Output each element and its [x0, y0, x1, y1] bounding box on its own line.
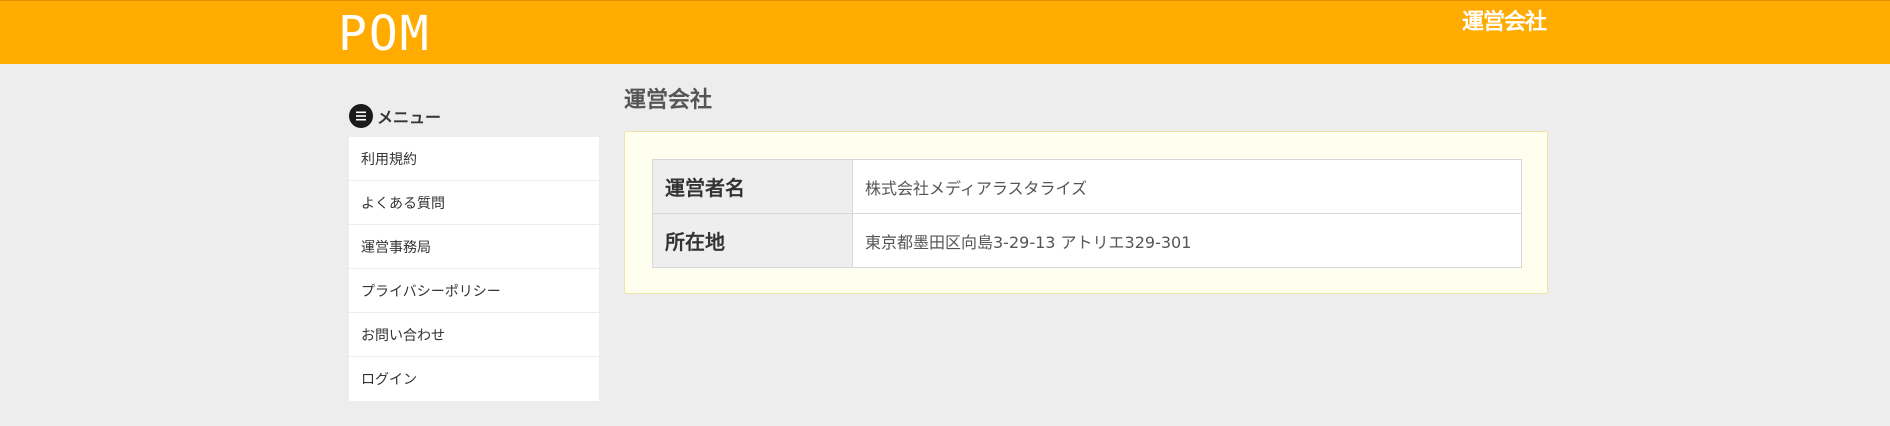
sidebar-item-login[interactable]: ログイン [349, 357, 599, 401]
site-header: POM 運営会社 [0, 0, 1890, 64]
company-info-panel: 運営者名 株式会社メディアラスタライズ 所在地 東京都墨田区向島3-29-13 … [624, 131, 1548, 294]
table-row: 所在地 東京都墨田区向島3-29-13 アトリエ329-301 [652, 213, 1522, 268]
operator-name-label: 運営者名 [652, 159, 853, 214]
menu-heading: メニュー [349, 101, 599, 131]
menu-heading-label: メニュー [377, 108, 442, 127]
menu-icon [349, 104, 373, 128]
site-logo[interactable]: POM [338, 8, 431, 60]
company-info-link[interactable]: 運営会社 [1462, 10, 1547, 36]
sidebar-item-faq[interactable]: よくある質問 [349, 181, 599, 225]
company-info-table: 運営者名 株式会社メディアラスタライズ 所在地 東京都墨田区向島3-29-13 … [652, 159, 1522, 268]
sidebar-item-office[interactable]: 運営事務局 [349, 225, 599, 269]
operator-name-value: 株式会社メディアラスタライズ [852, 159, 1522, 214]
sidebar-item-terms[interactable]: 利用規約 [349, 137, 599, 181]
sidebar: メニュー 利用規約 よくある質問 運営事務局 プライバシーポリシー お問い合わせ… [349, 101, 599, 401]
page-title: 運営会社 [624, 88, 713, 113]
address-label: 所在地 [652, 213, 853, 268]
sidebar-item-contact[interactable]: お問い合わせ [349, 313, 599, 357]
address-value: 東京都墨田区向島3-29-13 アトリエ329-301 [852, 213, 1522, 268]
sidebar-item-privacy[interactable]: プライバシーポリシー [349, 269, 599, 313]
table-row: 運営者名 株式会社メディアラスタライズ [652, 159, 1522, 214]
menu-list: 利用規約 よくある質問 運営事務局 プライバシーポリシー お問い合わせ ログイン [349, 137, 599, 401]
